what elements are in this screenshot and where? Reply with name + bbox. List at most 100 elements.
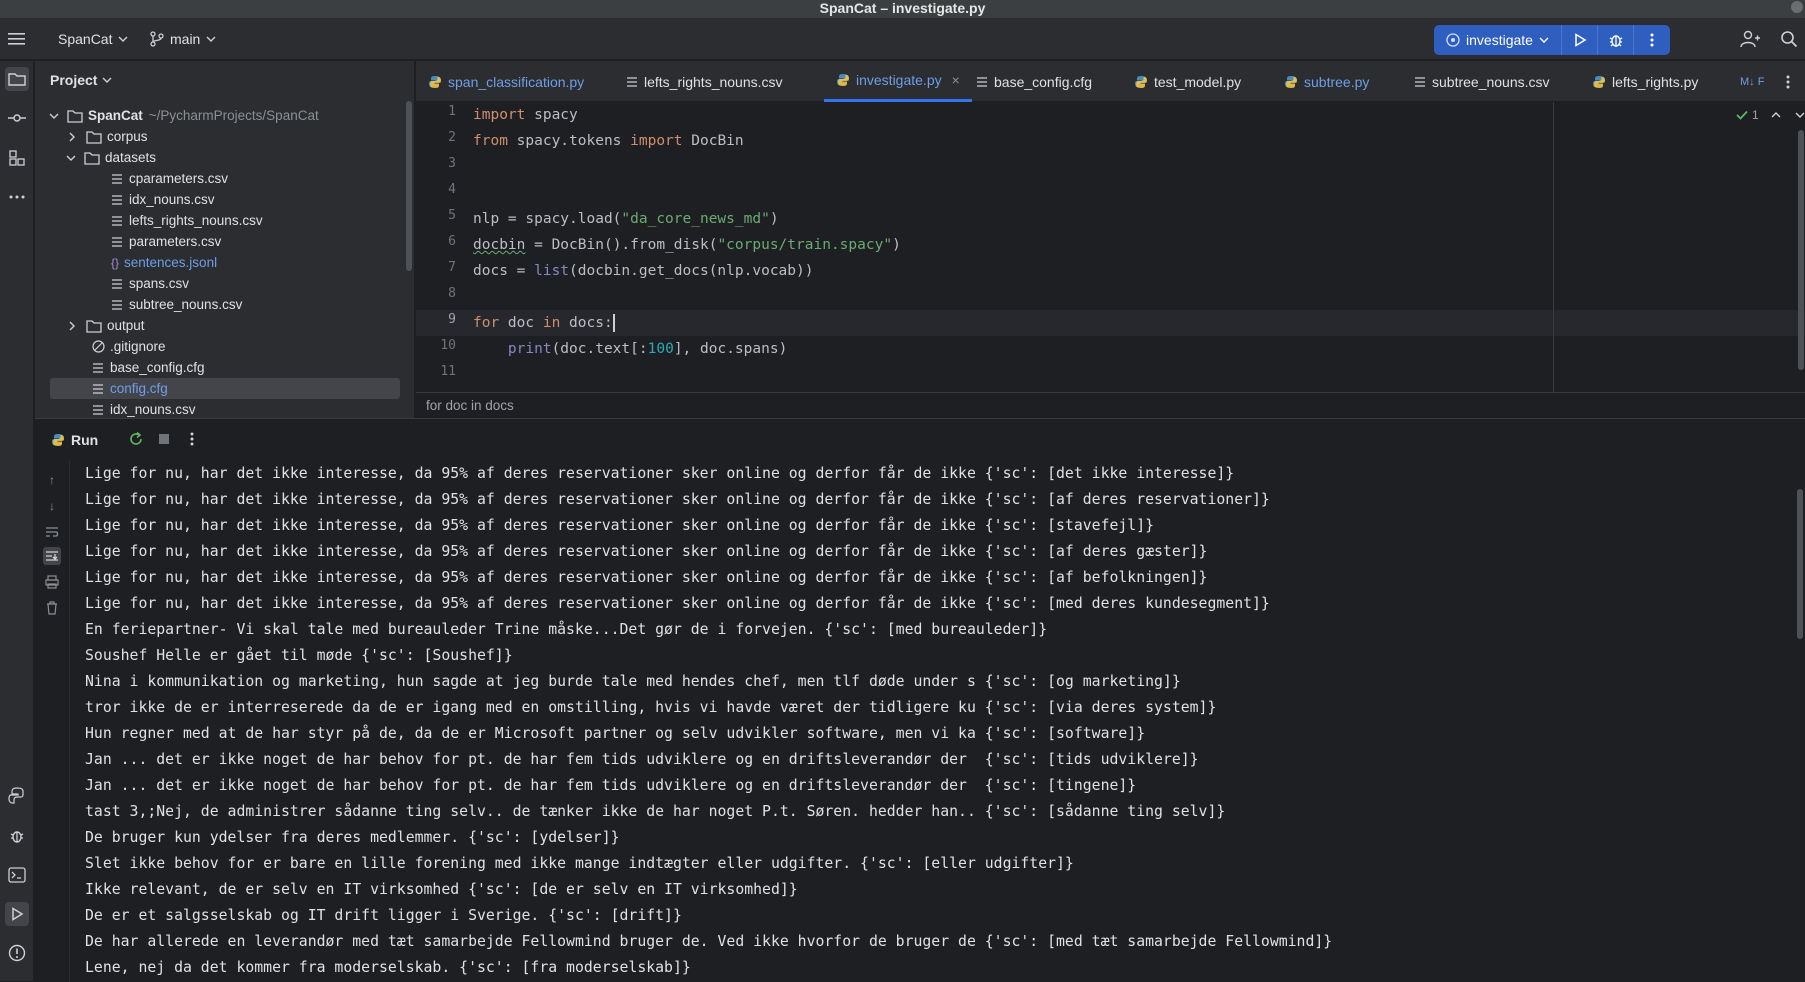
text-file-icon bbox=[93, 383, 103, 394]
run-options-button[interactable] bbox=[190, 432, 194, 449]
line-number-gutter: 1 2 3 4 5 6 7 8 9 10 11 bbox=[416, 102, 468, 392]
tab-markdown[interactable]: M↓ F bbox=[1740, 61, 1764, 102]
tab-label: subtree_nouns.csv bbox=[1432, 73, 1550, 90]
tab-span-classification[interactable]: span_classification.py bbox=[428, 61, 584, 102]
main-menu-button[interactable] bbox=[8, 18, 26, 60]
tab-investigate[interactable]: investigate.py × bbox=[824, 61, 972, 102]
run-tab[interactable]: Run bbox=[51, 432, 98, 448]
chevron-up-icon[interactable] bbox=[1771, 111, 1781, 119]
debug-toolwindow-button[interactable] bbox=[5, 824, 29, 848]
console-line: Lige for nu, har det ikke interesse, da … bbox=[85, 569, 1208, 586]
line-number: 9 bbox=[448, 312, 456, 327]
tree-item-config[interactable]: config.cfg bbox=[50, 378, 400, 399]
tree-item-idx-nouns-root[interactable]: idx_nouns.csv bbox=[35, 399, 403, 420]
editor-breadcrumb[interactable]: for doc in docs bbox=[416, 392, 1805, 418]
line-number: 2 bbox=[448, 130, 456, 145]
tree-item-cparameters[interactable]: cparameters.csv bbox=[35, 168, 403, 189]
line-number: 1 bbox=[448, 104, 456, 119]
tree-item-subtree-nouns[interactable]: subtree_nouns.csv bbox=[35, 294, 403, 315]
run-side-toolbar: ↑ ↓ bbox=[35, 461, 70, 982]
line-number: 7 bbox=[448, 260, 456, 275]
run-button[interactable] bbox=[1562, 25, 1598, 55]
stop-button[interactable] bbox=[158, 433, 170, 448]
chevron-down-icon bbox=[1539, 37, 1549, 43]
tree-root-spancat[interactable]: SpanCat ~/PycharmProjects/SpanCat bbox=[35, 105, 403, 126]
code-line: from spacy.tokens import DocBin bbox=[473, 133, 744, 149]
tab-more-button[interactable] bbox=[1786, 61, 1790, 102]
project-toolwindow-button[interactable] bbox=[5, 67, 29, 91]
tree-item-corpus[interactable]: corpus bbox=[35, 126, 403, 147]
tree-item-label: base_config.cfg bbox=[110, 360, 205, 375]
search-everywhere-button[interactable] bbox=[1780, 18, 1798, 60]
tree-item-label: idx_nouns.csv bbox=[110, 402, 196, 417]
add-user-button[interactable] bbox=[1740, 18, 1760, 60]
scroll-to-end-icon[interactable] bbox=[43, 547, 61, 565]
project-scrollbar[interactable] bbox=[406, 101, 412, 271]
problems-toolwindow-button[interactable] bbox=[5, 941, 29, 965]
tree-item-datasets[interactable]: datasets bbox=[35, 147, 403, 168]
tab-lefts-rights[interactable]: lefts_rights.py bbox=[1592, 61, 1698, 102]
run-config-selector[interactable]: investigate bbox=[1434, 25, 1562, 55]
run-config-label: investigate bbox=[1466, 32, 1533, 48]
console-line: tast 3,;Nej, de administrer sådanne ting… bbox=[85, 803, 1226, 820]
run-more-button[interactable] bbox=[1634, 25, 1670, 55]
project-switcher[interactable]: SpanCat bbox=[58, 18, 128, 60]
code-line: docbin = DocBin().from_disk("corpus/trai… bbox=[473, 237, 901, 253]
line-number: 5 bbox=[448, 208, 456, 223]
tree-item-label: datasets bbox=[105, 150, 157, 165]
tree-item-label: idx_nouns.csv bbox=[129, 192, 215, 207]
tab-lefts-rights-nouns[interactable]: lefts_rights_nouns.csv bbox=[626, 61, 783, 102]
trash-icon[interactable] bbox=[43, 599, 61, 617]
scroll-up-arrow-icon[interactable]: ↑ bbox=[43, 471, 61, 489]
tab-label: base_config.cfg bbox=[994, 73, 1093, 90]
console-scrollbar[interactable] bbox=[1797, 489, 1803, 639]
chevron-down-icon bbox=[118, 36, 128, 42]
tree-item-parameters[interactable]: parameters.csv bbox=[35, 231, 403, 252]
console-line: Jan ... det er ikke noget de har behov f… bbox=[85, 777, 1137, 794]
print-icon[interactable] bbox=[43, 573, 61, 591]
chevron-down-icon[interactable] bbox=[1795, 111, 1805, 119]
tab-subtree[interactable]: subtree.py bbox=[1284, 61, 1369, 102]
text-file-icon bbox=[1415, 76, 1425, 87]
project-panel-title: Project bbox=[50, 72, 98, 88]
console-output[interactable]: Lige for nu, har det ikke interesse, da … bbox=[85, 461, 1332, 976]
checkmark-icon bbox=[1736, 110, 1748, 120]
main-toolbar: SpanCat main investigate bbox=[0, 18, 1805, 60]
vcs-branch-switcher[interactable]: main bbox=[150, 18, 216, 60]
project-panel-header[interactable]: Project bbox=[35, 61, 414, 99]
editor-scrollbar[interactable] bbox=[1798, 130, 1804, 370]
tree-item-base-config[interactable]: base_config.cfg bbox=[35, 357, 403, 378]
tab-close-icon[interactable]: × bbox=[952, 72, 960, 88]
soft-wrap-icon[interactable] bbox=[43, 523, 61, 541]
rerun-button[interactable] bbox=[128, 431, 144, 450]
structure-toolwindow-button[interactable] bbox=[5, 146, 29, 170]
tab-label: test_model.py bbox=[1154, 73, 1242, 90]
tree-item-gitignore[interactable]: .gitignore bbox=[35, 336, 403, 357]
console-line: Lige for nu, har det ikke interesse, da … bbox=[85, 465, 1235, 482]
tree-item-sentences[interactable]: {} sentences.jsonl bbox=[35, 252, 403, 273]
code-editor[interactable]: 1 2 3 4 5 6 7 8 9 10 11 import spacy fro… bbox=[416, 102, 1805, 392]
tree-item-lefts-rights-nouns[interactable]: lefts_rights_nouns.csv bbox=[35, 210, 403, 231]
inspection-widget[interactable]: 1 bbox=[1736, 108, 1805, 122]
code-content[interactable]: import spacy from spacy.tokens import Do… bbox=[473, 102, 901, 357]
tree-item-idx-nouns[interactable]: idx_nouns.csv bbox=[35, 189, 403, 210]
tree-item-output[interactable]: output bbox=[35, 315, 403, 336]
python-file-icon bbox=[1285, 75, 1297, 88]
play-icon bbox=[12, 907, 24, 921]
tab-base-config[interactable]: base_config.cfg bbox=[976, 61, 1092, 102]
debug-button[interactable] bbox=[1598, 25, 1634, 55]
terminal-toolwindow-button[interactable] bbox=[5, 863, 29, 887]
window-close-icon[interactable] bbox=[1791, 1, 1803, 13]
tab-subtree-nouns[interactable]: subtree_nouns.csv bbox=[1414, 61, 1550, 102]
code-line: nlp = spacy.load("da_core_news_md") bbox=[473, 211, 779, 227]
commit-toolwindow-button[interactable] bbox=[5, 106, 29, 130]
scroll-down-arrow-icon[interactable]: ↓ bbox=[43, 497, 61, 515]
folder-icon bbox=[86, 130, 102, 144]
console-line: Lige for nu, har det ikke interesse, da … bbox=[85, 517, 1155, 534]
tab-test-model[interactable]: test_model.py bbox=[1134, 61, 1241, 102]
run-toolwindow-button[interactable] bbox=[5, 902, 29, 926]
console-line: Jan ... det er ikke noget de har behov f… bbox=[85, 751, 1199, 768]
python-console-button[interactable] bbox=[5, 784, 29, 808]
more-toolwindows-button[interactable] bbox=[5, 185, 29, 209]
tree-item-spans[interactable]: spans.csv bbox=[35, 273, 403, 294]
